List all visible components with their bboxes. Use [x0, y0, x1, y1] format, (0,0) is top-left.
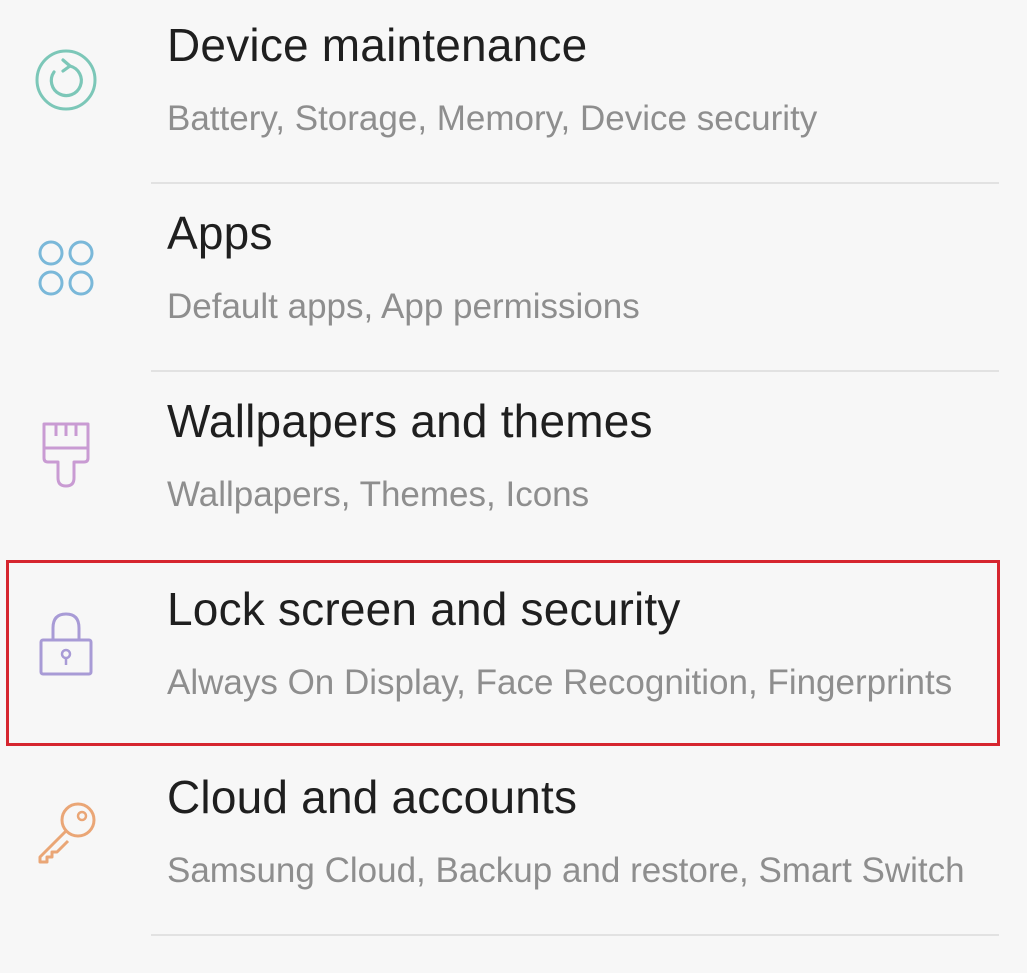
- settings-item-device-maintenance[interactable]: Device maintenance Battery, Storage, Mem…: [0, 0, 1027, 187]
- key-icon: [32, 798, 100, 866]
- settings-item-subtitle: Default apps, App permissions: [167, 287, 640, 326]
- divider: [151, 182, 999, 184]
- divider: [151, 934, 999, 936]
- settings-item-title: Cloud and accounts: [167, 771, 578, 823]
- apps-icon: [32, 234, 100, 302]
- settings-item-title: Apps: [167, 207, 273, 259]
- settings-item-subtitle: Always On Display, Face Recognition, Fin…: [167, 663, 953, 702]
- paintbrush-icon: [32, 422, 100, 490]
- settings-item-subtitle: Samsung Cloud, Backup and restore, Smart…: [167, 851, 965, 890]
- settings-item-lock-screen-and-security[interactable]: Lock screen and security Always On Displ…: [0, 564, 1027, 751]
- settings-list: Device maintenance Battery, Storage, Mem…: [0, 0, 1027, 973]
- settings-item-cloud-and-accounts[interactable]: Cloud and accounts Samsung Cloud, Backup…: [0, 752, 1027, 939]
- settings-item-subtitle: Wallpapers, Themes, Icons: [167, 475, 590, 514]
- settings-item-title: Wallpapers and themes: [167, 395, 653, 447]
- settings-item-wallpapers-and-themes[interactable]: Wallpapers and themes Wallpapers, Themes…: [0, 376, 1027, 563]
- settings-item-title: Lock screen and security: [167, 583, 681, 635]
- lock-icon: [32, 610, 100, 678]
- settings-item-subtitle: Battery, Storage, Memory, Device securit…: [167, 99, 818, 138]
- settings-item-title: Device maintenance: [167, 19, 588, 71]
- device-maintenance-icon: [32, 46, 100, 114]
- settings-item-apps[interactable]: Apps Default apps, App permissions: [0, 188, 1027, 375]
- divider: [151, 370, 999, 372]
